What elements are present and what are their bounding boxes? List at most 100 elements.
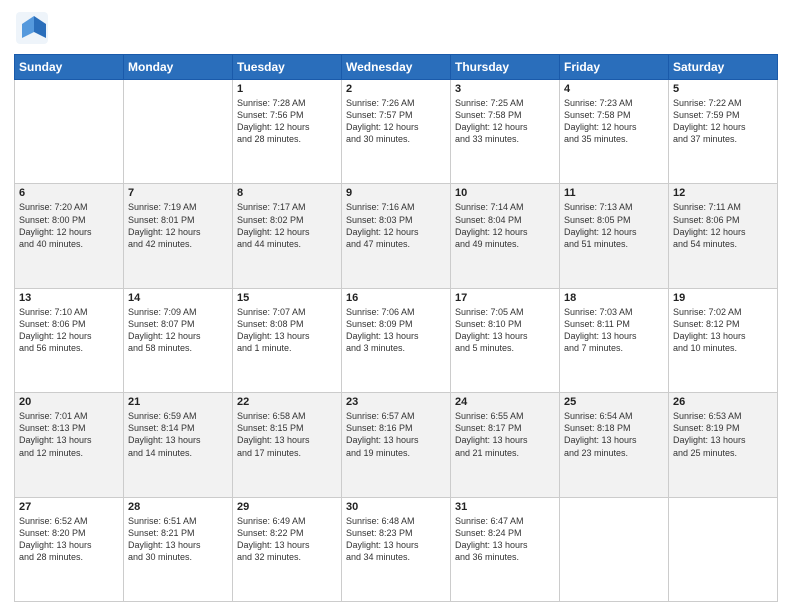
calendar-header-saturday: Saturday bbox=[669, 55, 778, 80]
day-number: 25 bbox=[564, 396, 664, 408]
calendar-cell: 21Sunrise: 6:59 AM Sunset: 8:14 PM Dayli… bbox=[124, 393, 233, 497]
day-number: 16 bbox=[346, 292, 446, 304]
calendar-cell: 1 Sunrise: 7:28 AM Sunset: 7:56 PM Daylig… bbox=[233, 80, 342, 184]
calendar-cell: 6 Sunrise: 7:20 AM Sunset: 8:00 PM Daylig… bbox=[15, 184, 124, 288]
day-number: 26 bbox=[673, 396, 773, 408]
calendar-cell: 3 Sunrise: 7:25 AM Sunset: 7:58 PM Daylig… bbox=[451, 80, 560, 184]
day-info: Sunrise: 6:53 AM Sunset: 8:19 PM Dayligh… bbox=[673, 410, 773, 459]
day-number: 14 bbox=[128, 292, 228, 304]
day-info: Sunrise: 6:51 AM Sunset: 8:21 PM Dayligh… bbox=[128, 515, 228, 564]
day-info: Sunrise: 7:06 AM Sunset: 8:09 PM Dayligh… bbox=[346, 306, 446, 355]
calendar-cell: 27Sunrise: 6:52 AM Sunset: 8:20 PM Dayli… bbox=[15, 497, 124, 601]
day-info: Sunrise: 7:16 AM Sunset: 8:03 PM Dayligh… bbox=[346, 201, 446, 250]
calendar-cell: 14 Sunrise: 7:09 AM Sunset: 8:07 PM Dayli… bbox=[124, 288, 233, 392]
calendar-header-friday: Friday bbox=[560, 55, 669, 80]
calendar-cell: 2 Sunrise: 7:26 AM Sunset: 7:57 PM Daylig… bbox=[342, 80, 451, 184]
day-number: 20 bbox=[19, 396, 119, 408]
calendar-header-tuesday: Tuesday bbox=[233, 55, 342, 80]
day-info: Sunrise: 7:22 AM Sunset: 7:59 PM Dayligh… bbox=[673, 97, 773, 146]
day-info: Sunrise: 7:01 AM Sunset: 8:13 PM Dayligh… bbox=[19, 410, 119, 459]
day-info: Sunrise: 7:11 AM Sunset: 8:06 PM Dayligh… bbox=[673, 201, 773, 250]
day-info: Sunrise: 6:57 AM Sunset: 8:16 PM Dayligh… bbox=[346, 410, 446, 459]
calendar-cell: 29 Sunrise: 6:49 AM Sunset: 8:22 PM Dayli… bbox=[233, 497, 342, 601]
day-number: 1 bbox=[237, 83, 337, 95]
day-info: Sunrise: 7:02 AM Sunset: 8:12 PM Dayligh… bbox=[673, 306, 773, 355]
calendar-cell: 24 Sunrise: 6:55 AM Sunset: 8:17 PM Dayli… bbox=[451, 393, 560, 497]
day-number: 18 bbox=[564, 292, 664, 304]
day-number: 8 bbox=[237, 187, 337, 199]
day-number: 5 bbox=[673, 83, 773, 95]
day-info: Sunrise: 6:55 AM Sunset: 8:17 PM Dayligh… bbox=[455, 410, 555, 459]
calendar-cell: 17 Sunrise: 7:05 AM Sunset: 8:10 PM Dayli… bbox=[451, 288, 560, 392]
day-info: Sunrise: 7:20 AM Sunset: 8:00 PM Dayligh… bbox=[19, 201, 119, 250]
day-number: 7 bbox=[128, 187, 228, 199]
day-info: Sunrise: 6:48 AM Sunset: 8:23 PM Dayligh… bbox=[346, 515, 446, 564]
day-info: Sunrise: 7:09 AM Sunset: 8:07 PM Dayligh… bbox=[128, 306, 228, 355]
logo bbox=[14, 10, 54, 46]
calendar-week-5: 27Sunrise: 6:52 AM Sunset: 8:20 PM Dayli… bbox=[15, 497, 778, 601]
calendar-header-sunday: Sunday bbox=[15, 55, 124, 80]
calendar-cell: 13 Sunrise: 7:10 AM Sunset: 8:06 PM Dayli… bbox=[15, 288, 124, 392]
day-info: Sunrise: 6:54 AM Sunset: 8:18 PM Dayligh… bbox=[564, 410, 664, 459]
calendar-header-monday: Monday bbox=[124, 55, 233, 80]
day-number: 15 bbox=[237, 292, 337, 304]
day-info: Sunrise: 7:05 AM Sunset: 8:10 PM Dayligh… bbox=[455, 306, 555, 355]
day-number: 29 bbox=[237, 501, 337, 513]
day-number: 28 bbox=[128, 501, 228, 513]
day-info: Sunrise: 6:49 AM Sunset: 8:22 PM Dayligh… bbox=[237, 515, 337, 564]
calendar-week-1: 1 Sunrise: 7:28 AM Sunset: 7:56 PM Daylig… bbox=[15, 80, 778, 184]
calendar-cell: 15 Sunrise: 7:07 AM Sunset: 8:08 PM Dayli… bbox=[233, 288, 342, 392]
calendar-cell bbox=[669, 497, 778, 601]
calendar-header-wednesday: Wednesday bbox=[342, 55, 451, 80]
calendar-cell bbox=[15, 80, 124, 184]
day-info: Sunrise: 7:07 AM Sunset: 8:08 PM Dayligh… bbox=[237, 306, 337, 355]
day-info: Sunrise: 6:58 AM Sunset: 8:15 PM Dayligh… bbox=[237, 410, 337, 459]
day-number: 2 bbox=[346, 83, 446, 95]
calendar-header-row: SundayMondayTuesdayWednesdayThursdayFrid… bbox=[15, 55, 778, 80]
day-number: 6 bbox=[19, 187, 119, 199]
day-info: Sunrise: 7:26 AM Sunset: 7:57 PM Dayligh… bbox=[346, 97, 446, 146]
day-number: 17 bbox=[455, 292, 555, 304]
calendar-cell: 26 Sunrise: 6:53 AM Sunset: 8:19 PM Dayli… bbox=[669, 393, 778, 497]
calendar-week-2: 6 Sunrise: 7:20 AM Sunset: 8:00 PM Daylig… bbox=[15, 184, 778, 288]
day-number: 19 bbox=[673, 292, 773, 304]
calendar-cell: 8 Sunrise: 7:17 AM Sunset: 8:02 PM Daylig… bbox=[233, 184, 342, 288]
calendar-cell: 25 Sunrise: 6:54 AM Sunset: 8:18 PM Dayli… bbox=[560, 393, 669, 497]
calendar-cell: 9Sunrise: 7:16 AM Sunset: 8:03 PM Daylig… bbox=[342, 184, 451, 288]
day-info: Sunrise: 7:13 AM Sunset: 8:05 PM Dayligh… bbox=[564, 201, 664, 250]
calendar-cell: 22 Sunrise: 6:58 AM Sunset: 8:15 PM Dayli… bbox=[233, 393, 342, 497]
calendar-week-4: 20 Sunrise: 7:01 AM Sunset: 8:13 PM Dayli… bbox=[15, 393, 778, 497]
day-info: Sunrise: 7:28 AM Sunset: 7:56 PM Dayligh… bbox=[237, 97, 337, 146]
day-number: 22 bbox=[237, 396, 337, 408]
calendar-cell: 19 Sunrise: 7:02 AM Sunset: 8:12 PM Dayli… bbox=[669, 288, 778, 392]
calendar-cell: 16 Sunrise: 7:06 AM Sunset: 8:09 PM Dayli… bbox=[342, 288, 451, 392]
calendar-cell: 23 Sunrise: 6:57 AM Sunset: 8:16 PM Dayli… bbox=[342, 393, 451, 497]
day-number: 10 bbox=[455, 187, 555, 199]
day-number: 13 bbox=[19, 292, 119, 304]
day-number: 3 bbox=[455, 83, 555, 95]
day-info: Sunrise: 7:23 AM Sunset: 7:58 PM Dayligh… bbox=[564, 97, 664, 146]
day-number: 31 bbox=[455, 501, 555, 513]
calendar-cell: 12 Sunrise: 7:11 AM Sunset: 8:06 PM Dayli… bbox=[669, 184, 778, 288]
calendar-cell: 4 Sunrise: 7:23 AM Sunset: 7:58 PM Daylig… bbox=[560, 80, 669, 184]
calendar-cell: 20 Sunrise: 7:01 AM Sunset: 8:13 PM Dayli… bbox=[15, 393, 124, 497]
day-number: 24 bbox=[455, 396, 555, 408]
day-number: 12 bbox=[673, 187, 773, 199]
day-info: Sunrise: 6:47 AM Sunset: 8:24 PM Dayligh… bbox=[455, 515, 555, 564]
day-info: Sunrise: 7:17 AM Sunset: 8:02 PM Dayligh… bbox=[237, 201, 337, 250]
page: SundayMondayTuesdayWednesdayThursdayFrid… bbox=[0, 0, 792, 612]
day-number: 23 bbox=[346, 396, 446, 408]
day-number: 27 bbox=[19, 501, 119, 513]
day-info: Sunrise: 7:19 AM Sunset: 8:01 PM Dayligh… bbox=[128, 201, 228, 250]
calendar-cell: 5 Sunrise: 7:22 AM Sunset: 7:59 PM Daylig… bbox=[669, 80, 778, 184]
calendar-cell: 30Sunrise: 6:48 AM Sunset: 8:23 PM Dayli… bbox=[342, 497, 451, 601]
calendar-cell: 28 Sunrise: 6:51 AM Sunset: 8:21 PM Dayli… bbox=[124, 497, 233, 601]
calendar-week-3: 13 Sunrise: 7:10 AM Sunset: 8:06 PM Dayli… bbox=[15, 288, 778, 392]
calendar-cell: 10Sunrise: 7:14 AM Sunset: 8:04 PM Dayli… bbox=[451, 184, 560, 288]
calendar-cell: 11 Sunrise: 7:13 AM Sunset: 8:05 PM Dayli… bbox=[560, 184, 669, 288]
day-info: Sunrise: 7:25 AM Sunset: 7:58 PM Dayligh… bbox=[455, 97, 555, 146]
day-number: 11 bbox=[564, 187, 664, 199]
day-info: Sunrise: 6:59 AM Sunset: 8:14 PM Dayligh… bbox=[128, 410, 228, 459]
day-number: 4 bbox=[564, 83, 664, 95]
day-info: Sunrise: 7:10 AM Sunset: 8:06 PM Dayligh… bbox=[19, 306, 119, 355]
